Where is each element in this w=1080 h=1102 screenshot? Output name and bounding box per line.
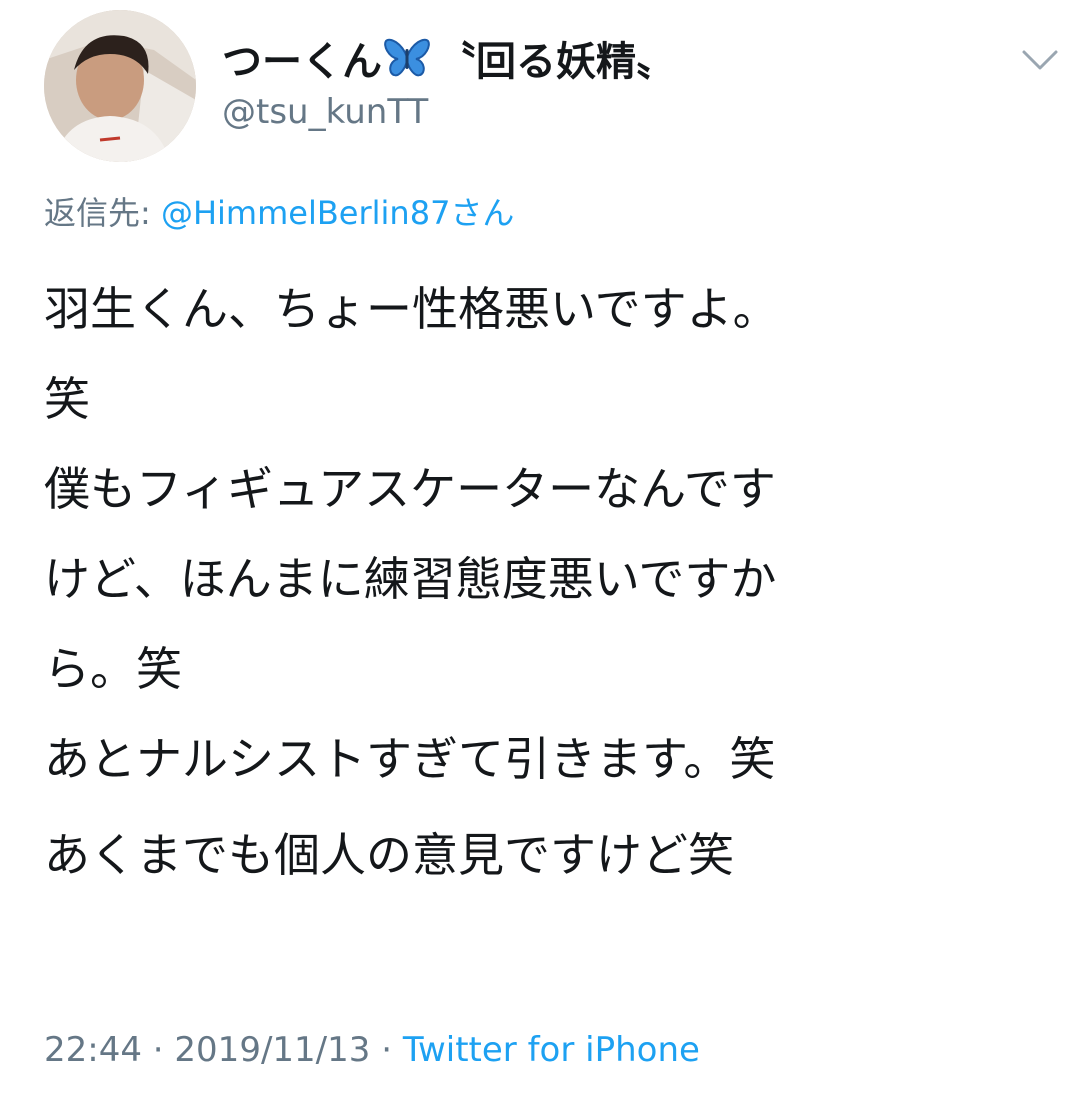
butterfly-icon	[384, 37, 430, 79]
tweet-line: 笑	[44, 372, 90, 426]
reply-mention-link[interactable]: @HimmelBerlin87	[161, 194, 450, 232]
display-name-prefix: つーくん	[222, 39, 382, 85]
tweet-text: 羽生くん、ちょー性格悪いですよ。 笑 僕もフィギュアスケーターなんです けど、ほ…	[44, 264, 1054, 900]
meta-separator: ·	[141, 1030, 175, 1070]
reply-suffix: さん	[450, 194, 515, 232]
reply-prefix: 返信先:	[44, 194, 161, 232]
tweet-line: けど、ほんまに練習態度悪いですか	[44, 552, 777, 606]
tweet-line: あくまでも個人の意見ですけど笑	[44, 828, 734, 882]
user-handle[interactable]: @tsu_kunTT	[222, 92, 428, 132]
tweet-source-link[interactable]: Twitter for iPhone	[403, 1030, 700, 1070]
tweet: つーくん 〝回る妖精〟 @tsu_kunTT 返信先: @HimmelBerli…	[0, 0, 1080, 1102]
avatar[interactable]	[44, 10, 196, 162]
tweet-time[interactable]: 22:44	[44, 1030, 142, 1070]
reply-context: 返信先: @HimmelBerlin87さん	[44, 188, 514, 234]
meta-separator: ·	[370, 1030, 403, 1070]
chevron-down-icon[interactable]	[1018, 44, 1062, 76]
tweet-line: ら。笑	[44, 642, 182, 696]
tweet-date[interactable]: 2019/11/13	[174, 1030, 370, 1070]
tweet-line: 羽生くん、ちょー性格悪いですよ。	[44, 282, 779, 336]
display-name-suffix: 〝回る妖精〟	[436, 39, 676, 85]
tweet-meta: 22:44 · 2019/11/13 · Twitter for iPhone	[44, 1030, 700, 1070]
profile-photo-icon	[44, 10, 196, 162]
tweet-line: あとナルシストすぎて引きます。笑	[44, 732, 776, 786]
display-name[interactable]: つーくん 〝回る妖精〟	[222, 30, 676, 86]
tweet-line: 僕もフィギュアスケーターなんです	[44, 462, 776, 516]
